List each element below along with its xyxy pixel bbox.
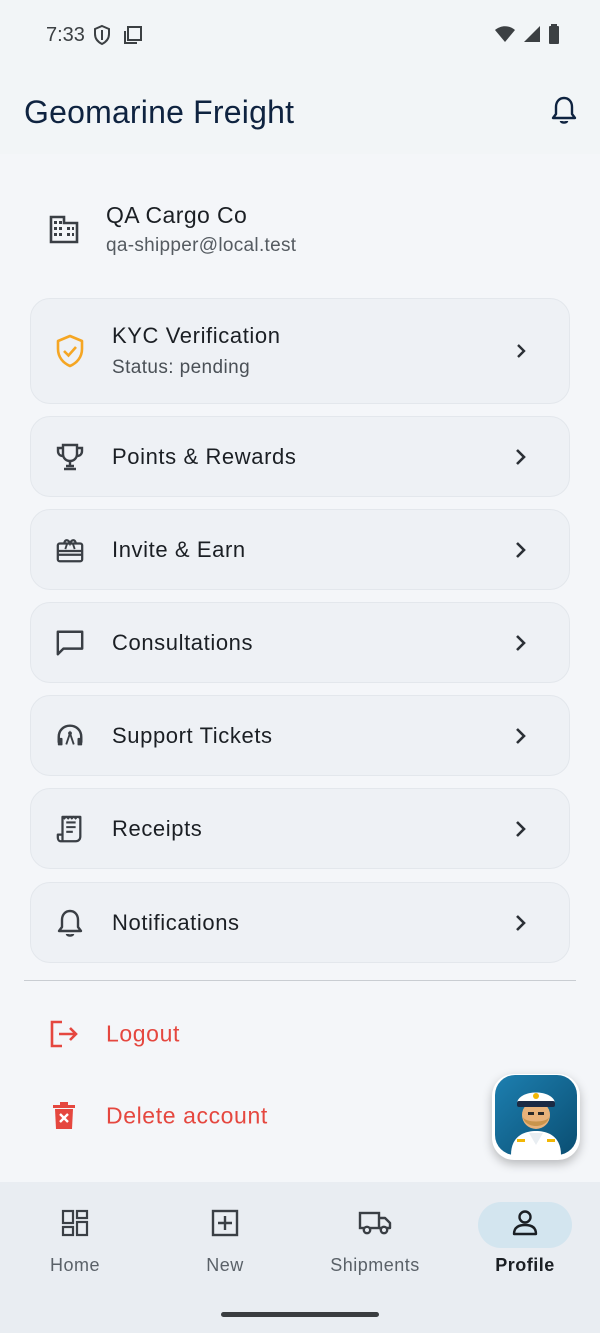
bell-icon xyxy=(55,908,85,938)
captain-avatar-icon xyxy=(495,1074,577,1160)
bottom-navigation: Home New Shipments Profile xyxy=(0,1182,600,1333)
company-email: qa-shipper@local.test xyxy=(106,235,297,256)
nav-profile[interactable]: Profile xyxy=(450,1182,600,1302)
headset-icon xyxy=(55,721,85,751)
logout-label: Logout xyxy=(106,1020,180,1047)
nav-shipments[interactable]: Shipments xyxy=(300,1182,450,1302)
logout-button[interactable]: Logout xyxy=(0,1004,600,1064)
chevron-right-icon xyxy=(513,540,529,560)
company-name: QA Cargo Co xyxy=(106,202,248,228)
page-title: Geomarine Freight xyxy=(24,94,295,130)
invite-label: Invite & Earn xyxy=(112,537,246,562)
menu-item-notifications[interactable]: Notifications xyxy=(30,882,570,963)
logout-icon xyxy=(48,1018,80,1050)
menu-item-consultations[interactable]: Consultations xyxy=(30,602,570,683)
chevron-right-icon xyxy=(513,633,529,653)
add-box-icon xyxy=(211,1209,239,1242)
chevron-right-icon xyxy=(513,726,529,746)
status-left-icons xyxy=(92,24,144,51)
kyc-label: KYC Verification xyxy=(112,323,281,348)
menu-item-kyc[interactable]: KYC Verification Status: pending xyxy=(30,298,570,404)
notifications-button[interactable] xyxy=(548,94,580,130)
assistant-avatar-button[interactable] xyxy=(492,1074,580,1160)
nav-profile-label: Profile xyxy=(495,1255,555,1275)
menu-item-invite[interactable]: Invite & Earn xyxy=(30,509,570,590)
nav-home[interactable]: Home xyxy=(0,1182,150,1302)
receipts-label: Receipts xyxy=(112,816,203,841)
building-icon xyxy=(48,214,80,249)
nav-new-label: New xyxy=(206,1255,244,1275)
home-indicator[interactable] xyxy=(221,1312,379,1317)
bell-icon xyxy=(551,95,577,130)
kyc-status: Status: pending xyxy=(112,357,251,378)
chevron-right-icon xyxy=(513,913,529,933)
status-bar: 7:33 xyxy=(0,0,600,72)
notifications-label: Notifications xyxy=(112,910,240,935)
chevron-right-icon xyxy=(513,819,529,839)
nav-shipments-label: Shipments xyxy=(330,1255,420,1275)
signal-icon xyxy=(522,25,542,48)
chevron-right-icon xyxy=(513,447,529,467)
dashboard-icon xyxy=(61,1209,89,1242)
battery-icon xyxy=(548,24,560,49)
wifi-icon xyxy=(494,25,516,48)
delete-account-label: Delete account xyxy=(106,1102,268,1129)
screenshot-icon xyxy=(122,24,144,51)
trophy-icon xyxy=(55,442,85,472)
status-right-icons xyxy=(494,24,560,49)
nav-new[interactable]: New xyxy=(150,1182,300,1302)
chevron-right-icon xyxy=(513,341,529,361)
trash-icon xyxy=(48,1100,80,1132)
shield-check-icon xyxy=(55,334,85,368)
shield-icon xyxy=(92,24,112,51)
nav-home-label: Home xyxy=(49,1255,100,1275)
rewards-label: Points & Rewards xyxy=(112,444,297,469)
menu-item-rewards[interactable]: Points & Rewards xyxy=(30,416,570,497)
divider xyxy=(24,980,576,981)
receipt-icon xyxy=(55,814,85,844)
status-time: 7:33 xyxy=(46,24,85,46)
gift-card-icon xyxy=(55,535,85,565)
chat-icon xyxy=(55,628,85,658)
app-bar: Geomarine Freight xyxy=(0,72,600,154)
person-icon xyxy=(512,1209,538,1242)
menu-item-receipts[interactable]: Receipts xyxy=(30,788,570,869)
menu-item-support[interactable]: Support Tickets xyxy=(30,695,570,776)
truck-icon xyxy=(358,1210,392,1241)
support-label: Support Tickets xyxy=(112,723,273,748)
company-info: QA Cargo Co qa-shipper@local.test xyxy=(0,190,600,270)
consultations-label: Consultations xyxy=(112,630,254,655)
